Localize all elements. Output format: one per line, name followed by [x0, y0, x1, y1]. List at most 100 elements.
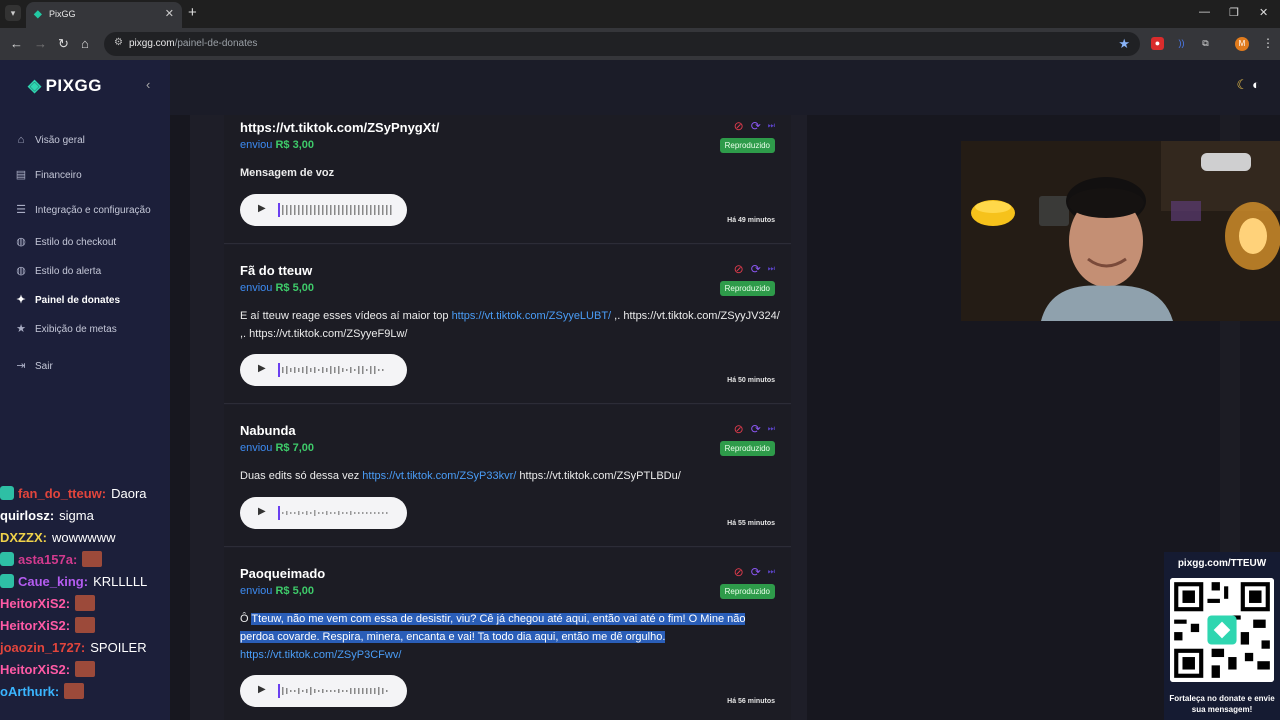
play-icon[interactable]: ▶ — [258, 684, 266, 695]
donate-message: Mensagem de voz — [240, 167, 335, 179]
message-link[interactable]: https://vt.tiktok.com/ZSyyeLUBT/ — [452, 310, 612, 322]
donate-card: Nabunda enviou R$ 7,00 ⊘ ⟳ ⏭ Reproduzido… — [224, 405, 791, 547]
audio-player[interactable]: ▶ — [240, 675, 407, 707]
url-text: pixgg.com/painel-de-donates — [129, 38, 258, 49]
sidebar-item-estilo-checkout[interactable]: ◍ Estilo do checkout — [14, 232, 116, 252]
extension-audio-icon[interactable]: )) — [1175, 37, 1188, 50]
profile-avatar[interactable]: M — [1235, 37, 1249, 51]
bookmark-star-icon[interactable]: ★ — [1118, 36, 1130, 52]
donate-time: Há 50 minutos — [727, 377, 775, 384]
qr-code-image[interactable] — [1170, 578, 1274, 682]
logout-icon: ⇥ — [16, 360, 26, 372]
replay-icon[interactable]: ⟳ — [751, 119, 761, 133]
status-badge: Reproduzido — [719, 138, 775, 153]
donate-actions: ⊘ ⟳ ⏭ — [734, 262, 775, 276]
sidebar-item-visao-geral[interactable]: ⌂ Visão geral — [14, 130, 85, 150]
palette-icon: ◍ — [16, 236, 26, 248]
play-icon[interactable]: ▶ — [258, 363, 266, 374]
audio-player[interactable]: ▶ — [240, 497, 407, 529]
sidebar-item-integracao[interactable]: ☰ Integração e configuração — [14, 200, 151, 220]
extensions-puzzle-icon[interactable]: ⧉ — [1199, 37, 1212, 50]
block-icon[interactable]: ⊘ — [734, 262, 744, 276]
donate-message: E aí tteuw reage esses vídeos aí maior t… — [240, 310, 780, 340]
chat-emote-icon — [75, 595, 96, 611]
minimize-window-button[interactable]: — — [1199, 6, 1210, 18]
chat-emote-icon — [64, 683, 85, 699]
status-badge: Reproduzido — [719, 281, 775, 296]
extension-icon[interactable]: ● — [1151, 37, 1164, 50]
waveform[interactable] — [278, 506, 396, 520]
block-icon[interactable]: ⊘ — [734, 119, 744, 133]
waveform[interactable] — [278, 684, 396, 698]
sidebar-item-exibicao-metas[interactable]: ★ Exibição de metas — [14, 319, 117, 339]
reload-button[interactable]: ↻ — [58, 36, 69, 52]
address-bar[interactable]: ⚙ pixgg.com/painel-de-donates ★ — [104, 32, 1140, 56]
home-icon: ⌂ — [17, 134, 25, 146]
pixgg-favicon-icon: ◆ — [34, 9, 42, 20]
block-icon[interactable]: ⊘ — [734, 422, 744, 436]
sidebar-item-estilo-alerta[interactable]: ◍ Estilo do alerta — [14, 261, 101, 281]
back-button[interactable]: ← — [10, 36, 23, 51]
message-link[interactable]: https://vt.tiktok.com/ZSyP3CFwv/ — [240, 649, 401, 661]
donor-name: Fã do tteuw — [240, 263, 313, 278]
tab-search-button[interactable]: ▾ — [5, 5, 21, 21]
play-icon[interactable]: ▶ — [258, 506, 266, 517]
skip-icon[interactable]: ⏭ — [768, 565, 775, 579]
webcam-overlay — [961, 141, 1280, 321]
donate-message: Ô Tteuw, não me vem com essa de desistir… — [240, 613, 746, 661]
star-icon: ★ — [16, 323, 26, 335]
sidebar-item-painel-donates[interactable]: ✦ Painel de donates — [14, 290, 120, 310]
waveform[interactable] — [278, 203, 396, 217]
pixgg-logo[interactable]: ◈ PIXGG — [28, 76, 102, 96]
chat-badge-icon — [0, 552, 14, 566]
message-link[interactable]: https://vt.tiktok.com/ZSyP33kvr/ — [362, 470, 516, 482]
donate-actions: ⊘ ⟳ ⏭ — [734, 422, 775, 436]
site-info-icon[interactable]: ⚙ — [114, 37, 123, 48]
replay-icon[interactable]: ⟳ — [751, 422, 761, 436]
forward-button[interactable]: → — [34, 36, 47, 51]
block-icon[interactable]: ⊘ — [734, 565, 744, 579]
browser-menu-icon[interactable]: ⋮ — [1262, 36, 1274, 50]
theme-toggle-icon[interactable]: ☾ ◐ — [1236, 77, 1260, 93]
status-badge: Reproduzido — [719, 584, 775, 599]
donate-actions: ⊘ ⟳ ⏭ — [734, 119, 775, 133]
chat-badge-icon — [0, 574, 14, 588]
skip-icon[interactable]: ⏭ — [768, 262, 775, 276]
chat-message: joaozin_1727: SPOILER — [0, 639, 147, 655]
donate-actions: ⊘ ⟳ ⏭ — [734, 565, 775, 579]
donate-card: Paoqueimado enviou R$ 5,00 ⊘ ⟳ ⏭ Reprodu… — [224, 548, 791, 720]
donate-time: Há 55 minutos — [727, 520, 775, 527]
gift-icon: ✦ — [16, 294, 26, 306]
skip-icon[interactable]: ⏭ — [768, 422, 775, 436]
donate-message: Duas edits só dessa vez https://vt.tikto… — [240, 470, 681, 482]
donate-amount: enviou R$ 7,00 — [240, 442, 315, 454]
audio-player[interactable]: ▶ — [240, 194, 407, 226]
waveform[interactable] — [278, 363, 396, 377]
chat-message: fan_do_tteuw: Daora — [0, 482, 190, 504]
sidebar-item-financeiro[interactable]: ▤ Financeiro — [14, 165, 82, 185]
chat-emote-icon — [75, 617, 96, 633]
restore-window-button[interactable]: ❐ — [1229, 6, 1239, 19]
browser-tab[interactable]: ◆ PixGG ✕ — [26, 2, 182, 28]
qr-title: pixgg.com/TTEUW — [1177, 558, 1267, 569]
new-tab-button[interactable]: + — [188, 4, 197, 21]
home-button[interactable]: ⌂ — [81, 36, 89, 51]
sidebar-item-sair[interactable]: ⇥ Sair — [14, 356, 52, 376]
replay-icon[interactable]: ⟳ — [751, 565, 761, 579]
chat-message: Caue_king: KRLLLLL — [0, 570, 190, 592]
collapse-sidebar-icon[interactable]: ‹ — [146, 77, 150, 92]
donate-amount: enviou R$ 3,00 — [240, 139, 315, 151]
skip-icon[interactable]: ⏭ — [768, 119, 775, 133]
replay-icon[interactable]: ⟳ — [751, 262, 761, 276]
close-tab-icon[interactable]: ✕ — [165, 7, 174, 20]
close-window-button[interactable]: ✕ — [1259, 6, 1268, 19]
chat-message: quirlosz: sigma — [0, 507, 94, 523]
qr-caption: Fortaleça no donate e envie sua mensagem… — [1169, 694, 1275, 714]
integration-icon: ☰ — [16, 204, 26, 216]
audio-player[interactable]: ▶ — [240, 354, 407, 386]
play-icon[interactable]: ▶ — [258, 203, 266, 214]
donor-name: Paoqueimado — [240, 566, 326, 581]
pixgg-logo-icon: ◈ — [28, 76, 42, 95]
browser-toolbar: ← → ↻ ⌂ ⚙ pixgg.com/painel-de-donates ★ … — [0, 28, 1280, 60]
donor-name: Nabunda — [240, 423, 296, 438]
